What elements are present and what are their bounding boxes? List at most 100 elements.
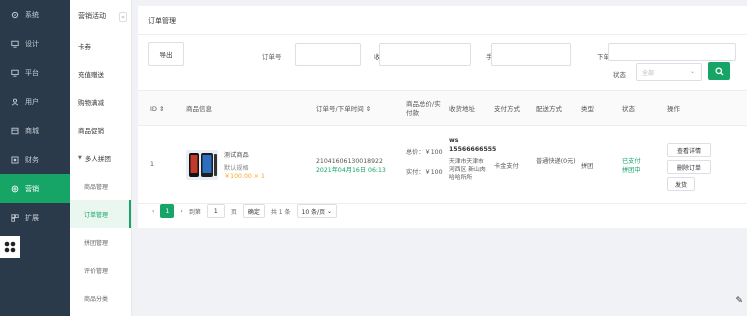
app-grid-icon[interactable] <box>0 236 20 258</box>
page-confirm-button[interactable]: 确定 <box>242 204 265 218</box>
subnav-item-coupon[interactable]: 卡券 <box>70 32 131 60</box>
subnav-item-label: 卡券 <box>78 43 91 51</box>
subnav-item-review-manage[interactable]: 评价管理 <box>70 256 131 284</box>
sidebar-item-label: 财务 <box>25 155 39 164</box>
page-number-current[interactable]: 1 <box>160 204 175 218</box>
sidebar-item-extend[interactable]: 扩展 <box>0 203 70 232</box>
table-header: ID ⇕ 商品信息 订单号/下单时间 ⇕ 商品总价/实付款 收货地址 支付方式 … <box>138 90 747 126</box>
column-header-price: 商品总价/实付款 <box>406 100 441 117</box>
page-size-select[interactable]: 10 条/页 ⌄ <box>296 204 338 218</box>
status-label: 状态 <box>613 71 626 79</box>
order-no-input[interactable] <box>295 43 361 66</box>
delete-order-button[interactable]: 删除订单 <box>667 160 711 174</box>
monitor-icon <box>11 69 19 77</box>
prev-page-icon[interactable]: ‹ <box>152 208 154 215</box>
pagination: ‹ 1 › 到第 1 页 确定 共 1 条 10 条/页 ⌄ <box>152 204 343 218</box>
caret-down-icon: ▼ <box>78 155 82 161</box>
page-jump-input[interactable]: 1 <box>206 204 225 218</box>
column-header-order[interactable]: 订单号/下单时间 ⇕ <box>316 91 371 127</box>
column-header-actions: 操作 <box>667 104 680 113</box>
extend-icon <box>11 213 19 222</box>
main-sidebar: 系统 设计 平台 用户 商城 财务 营销 扩展 <box>0 0 70 316</box>
chevron-down-icon: ⌄ <box>327 207 333 215</box>
column-header-id[interactable]: ID ⇕ <box>150 91 164 127</box>
order-number: 21041606130018922 <box>316 158 383 165</box>
next-page-icon[interactable]: › <box>180 208 182 215</box>
product-price: ￥100.00 × 1 <box>224 173 265 180</box>
sidebar-item-design[interactable]: 设计 <box>0 29 70 58</box>
phone-input[interactable] <box>491 43 571 66</box>
receiver-input[interactable] <box>379 43 471 66</box>
order-time: 2021年04月16日 06:13 <box>316 167 386 174</box>
subnav-item-label: 商品促销 <box>78 127 104 135</box>
subnav-item-product-manage[interactable]: 商品管理 <box>70 172 131 200</box>
column-header-type: 类型 <box>581 104 594 113</box>
shop-icon <box>11 127 19 134</box>
chevron-down-icon: ⌄ <box>689 68 695 75</box>
column-header-payment: 支付方式 <box>494 104 520 113</box>
order-no-label: 订单号 <box>262 53 282 61</box>
sidebar-item-user[interactable]: 用户 <box>0 87 70 116</box>
sort-icon: ⇕ <box>365 104 372 113</box>
sidebar-item-label: 用户 <box>25 97 39 106</box>
column-header-delivery: 配送方式 <box>536 104 562 113</box>
page-size-value: 10 条/页 <box>301 208 326 216</box>
subnav-item-group-manage[interactable]: 拼团管理 <box>70 228 131 256</box>
finance-icon <box>11 156 19 163</box>
subnav-item-label: 评价管理 <box>84 267 109 275</box>
total-price: 总价：￥100 <box>406 149 443 156</box>
subnav-item-fullreduce[interactable]: 购物满减 <box>70 88 131 116</box>
table-row: 1 测试商品 默认规格 ￥100.00 × 1 2104160613001892… <box>138 126 747 204</box>
subnav-item-label: 多人拼团 <box>84 155 111 163</box>
receiver-info: ws 15566666555 <box>449 137 497 153</box>
order-status-group: 拼团中 <box>622 167 641 174</box>
search-button[interactable] <box>708 62 730 80</box>
product-name: 测试商品 <box>224 152 249 159</box>
collapse-icon[interactable]: « <box>119 12 127 22</box>
column-header-status: 状态 <box>622 104 635 113</box>
column-header-address: 收货地址 <box>449 104 475 113</box>
payment-method: 卡金支付 <box>494 163 519 170</box>
sidebar-item-label: 平台 <box>25 68 39 77</box>
sidebar-item-label: 营销 <box>25 184 39 193</box>
export-button[interactable]: 导出 <box>148 42 184 66</box>
total-count: 共 1 条 <box>270 208 291 216</box>
marketing-icon <box>11 185 19 192</box>
status-select-value: 全部 <box>642 69 655 77</box>
status-select[interactable]: 全部 ⌄ <box>636 63 702 81</box>
subnav-item-label: 购物满减 <box>78 99 104 107</box>
divider <box>138 34 747 35</box>
page-title: 订单管理 <box>148 17 176 25</box>
sidebar-item-label: 商城 <box>25 126 39 135</box>
search-icon <box>714 66 724 76</box>
sidebar-item-finance[interactable]: 财务 <box>0 145 70 174</box>
monitor-icon <box>11 40 19 48</box>
order-status-payment: 已支付 <box>622 158 641 165</box>
page-unit-label: 页 <box>230 208 237 216</box>
product-thumbnail[interactable] <box>186 150 218 180</box>
subnav-item-promotion[interactable]: 商品促销 <box>70 116 131 144</box>
subnav-item-label: 充值赠送 <box>78 71 104 79</box>
order-time-picker[interactable] <box>608 43 736 61</box>
view-detail-button[interactable]: 查看详情 <box>667 143 711 157</box>
main-content: 订单管理 导出 订单号 收货人 手机号 下单时间 状态 全部 ⌄ ID ⇕ 商品… <box>138 6 747 316</box>
settings-icon <box>11 11 19 18</box>
empty-area <box>138 228 747 316</box>
sidebar-item-shop[interactable]: 商城 <box>0 116 70 145</box>
sidebar-item-system[interactable]: 系统 <box>0 0 70 29</box>
subnav-group-groupbuy[interactable]: ▼ 多人拼团 <box>70 144 131 172</box>
sidebar-item-label: 扩展 <box>25 213 39 222</box>
edit-icon[interactable]: ✎ <box>735 296 743 306</box>
sidebar-item-platform[interactable]: 平台 <box>0 58 70 87</box>
receiver-address: 天津市天津市河西区 新山肉哈哈所所 <box>449 159 486 181</box>
sub-navigation: 营销活动 « 卡券 充值赠送 购物满减 商品促销 ▼ 多人拼团 商品管理 订单管… <box>70 0 132 316</box>
cell-id: 1 <box>150 161 154 168</box>
subnav-item-category[interactable]: 商品分类 <box>70 284 131 312</box>
delivery-method: 普通快递(0元) <box>536 158 576 165</box>
subnav-item-order-manage[interactable]: 订单管理 <box>70 200 131 228</box>
ship-button[interactable]: 发货 <box>667 177 695 191</box>
sidebar-item-marketing[interactable]: 营销 <box>0 174 70 203</box>
goto-label: 到第 <box>188 208 201 216</box>
subnav-item-label: 商品管理 <box>84 183 109 191</box>
subnav-item-recharge[interactable]: 充值赠送 <box>70 60 131 88</box>
